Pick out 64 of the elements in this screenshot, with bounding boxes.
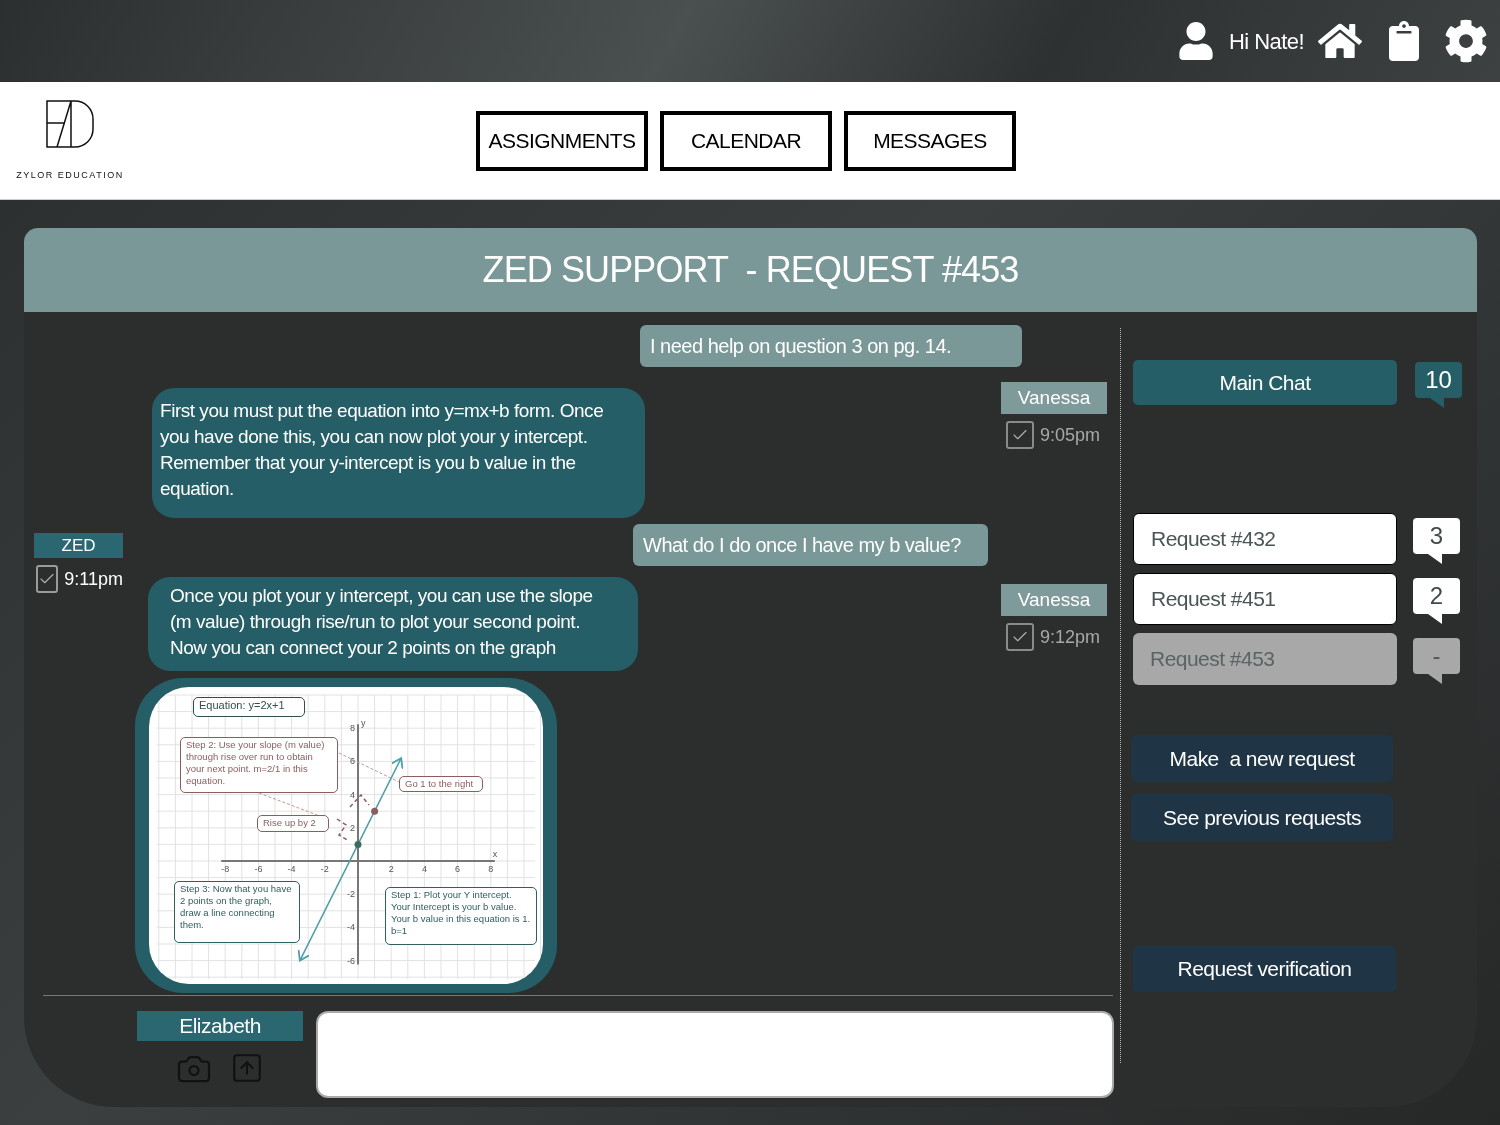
logo-icon [45,98,95,149]
tick-label: -6 [254,864,263,874]
dashed-bracket [336,818,350,842]
tick-label: 2 [350,822,355,833]
message-time: 9:05pm [1040,423,1101,447]
action-button[interactable]: See previous requests [1131,794,1393,841]
tick-label: 4 [350,789,355,800]
nav-button[interactable]: ASSIGNMENTS [476,110,648,171]
graph-note: Equation: y=2x+1 [193,697,305,717]
axis-label: y [361,718,366,729]
sender-tag: ZED [34,533,123,558]
count-badge: 10 [1415,362,1462,398]
tick-label: 8 [350,723,355,734]
leader-line [258,792,318,816]
graph-note: Rise up by 2 [257,815,329,832]
message-input[interactable] [316,1011,1114,1098]
chat-bubble: What do I do once I have my b value? [633,524,988,566]
user-icon[interactable] [1176,22,1215,60]
chat-bubble: First you must put the equation into y=mx+b form. Once you have done this, you can now plot your y intercept. Remember that your y-intercept is you b value in the equation. [152,388,645,518]
dashed-bracket [349,793,370,808]
axis-label: x [492,849,498,859]
request-item[interactable]: Request #451 [1133,573,1397,625]
request-item[interactable]: Request #432 [1133,513,1397,565]
panel-title: ZED SUPPORT - REQUEST #453 [482,248,1019,292]
nav-button[interactable]: CALENDAR [660,110,832,171]
graph-note: Step 1: Plot your Y intercept. Your Intercept is your b value. Your b value in this equation is 1. b=1 [385,887,537,945]
tick-label: -4 [347,922,355,933]
badge-tail-icon [1430,398,1444,408]
message-time: 9:12pm [1040,625,1101,649]
badge-tail-icon [1428,554,1442,564]
chat-bubble: I need help on question 3 on pg. 14. [640,325,1022,367]
sender-tag: Vanessa [1001,382,1107,414]
main-chat-button[interactable]: Main Chat [1133,360,1397,405]
tick-label: -2 [320,864,329,874]
message-time: 9:11pm [64,567,123,591]
verification-button[interactable]: Request verification [1133,946,1396,992]
tick-label: -2 [347,889,355,900]
leader-line [338,752,400,783]
count-badge: 2 [1413,578,1460,614]
tick-label: 2 [388,864,394,874]
tick-label: -4 [287,864,296,874]
settings-icon[interactable] [1444,19,1488,63]
graph-note: Step 2: Use your slope (m value) through rise over run to obtain your next point. m=2/1 in this equation. [180,737,338,793]
badge-tail-icon [1428,674,1442,684]
graph-note: Go 1 to the right [399,776,483,792]
tick-label: 6 [455,864,461,874]
tick-label: -8 [221,864,230,874]
tick-label: 4 [421,864,427,874]
nav-button[interactable]: MESSAGES [844,110,1016,171]
graph-note: Step 3: Now that you have 2 points on the graph, draw a line connecting them. [174,881,300,943]
tick-label: -6 [347,955,355,966]
tick-label: 8 [488,864,494,874]
greeting: Hi Nate! [1228,27,1304,56]
badge-tail-icon [1428,614,1442,624]
chat-bubble: Once you plot your y intercept, you can use the slope (m value) through rise/run to plot your second point. Now you can connect your 2 points on the graph [148,577,638,671]
logo-caption: ZYLOR EDUCATION [16,168,124,182]
graph-point [371,807,379,815]
sender-tag: Elizabeth [137,1011,303,1041]
tick-label: 6 [350,756,355,767]
count-badge: 3 [1413,518,1460,554]
count-badge: - [1413,638,1460,674]
sender-tag: Vanessa [1001,584,1107,616]
action-button[interactable]: Make a new request [1131,735,1393,782]
graph-point [354,840,362,848]
